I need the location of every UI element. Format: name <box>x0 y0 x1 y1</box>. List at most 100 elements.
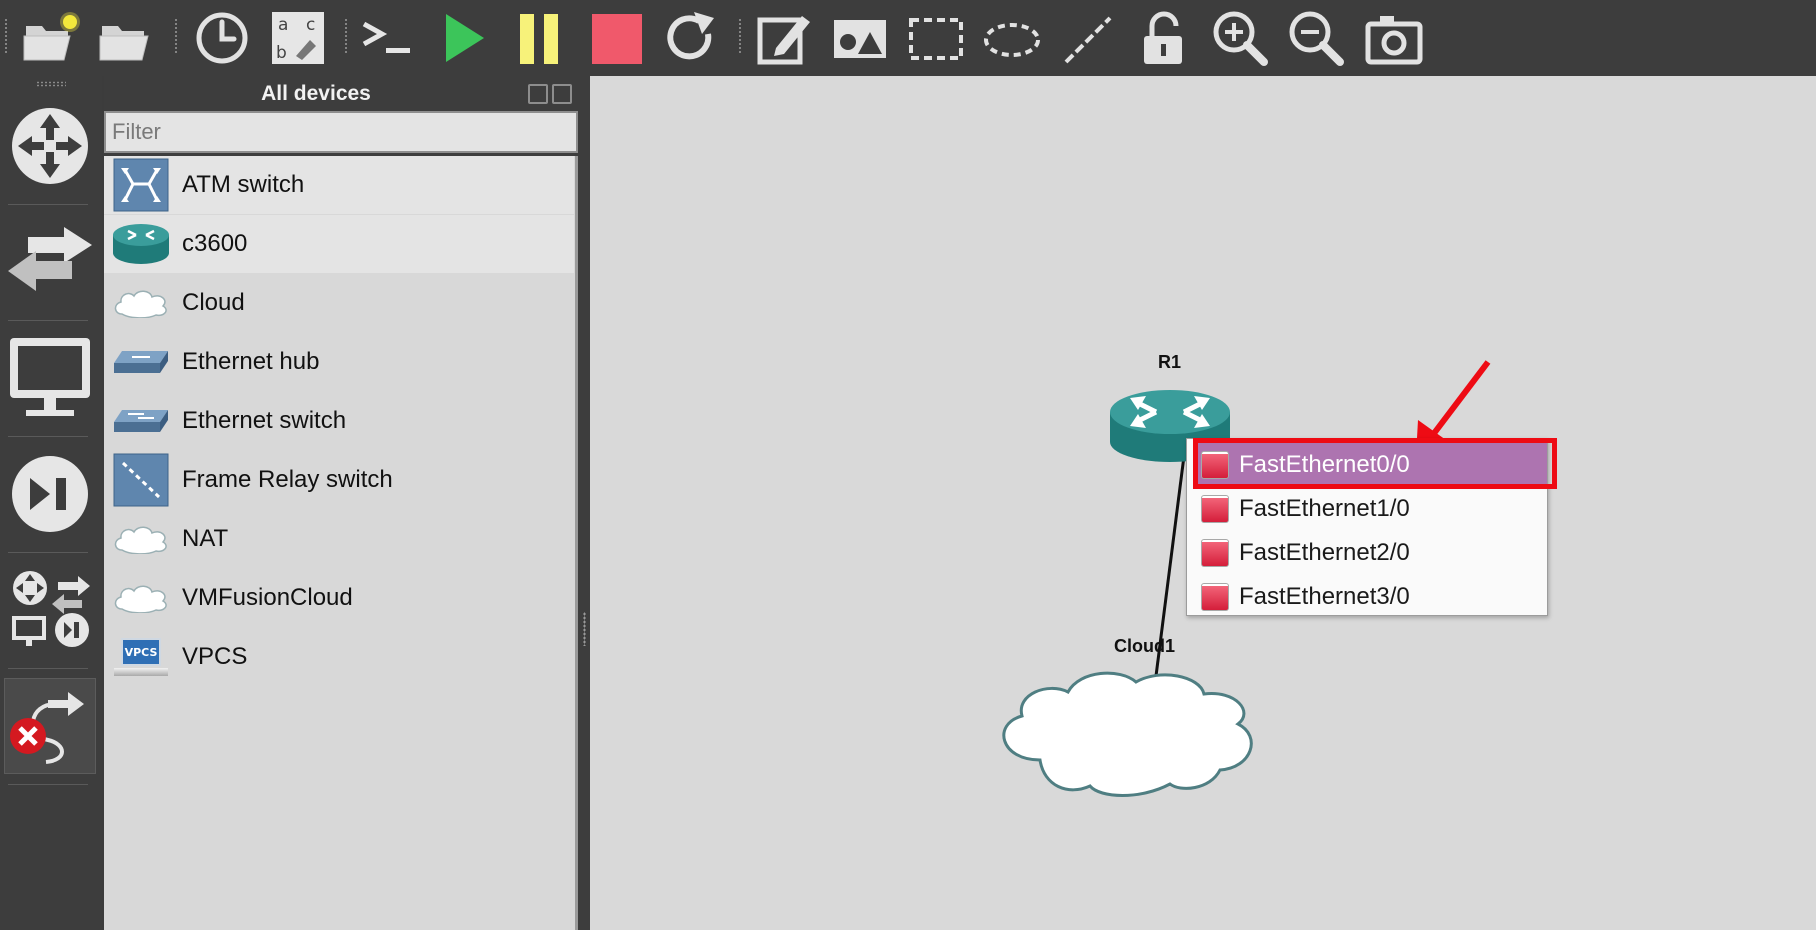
device-label: ATM switch <box>182 171 305 198</box>
browse-switches-button[interactable] <box>4 212 96 312</box>
ethernet-switch-icon <box>112 394 170 448</box>
list-item-atm-switch[interactable]: ATM switch <box>104 156 574 214</box>
reload-icon <box>667 12 714 60</box>
add-note-button[interactable] <box>752 6 816 70</box>
list-item-nat[interactable]: NAT <box>104 510 574 568</box>
folder-open-icon <box>99 26 149 61</box>
new-project-button[interactable] <box>18 6 82 70</box>
lock-items-button[interactable] <box>1132 6 1196 70</box>
atm-switch-icon <box>112 158 170 212</box>
list-item-ethernet-hub[interactable]: Ethernet hub <box>104 333 574 391</box>
console-all-button[interactable] <box>356 6 420 70</box>
device-label: VPCS <box>182 643 248 670</box>
device-label: Frame Relay switch <box>182 466 393 493</box>
splitter-grip <box>583 612 586 646</box>
dock-splitter[interactable] <box>578 76 590 930</box>
stop-icon <box>592 14 642 64</box>
toolbar-grip[interactable] <box>36 81 66 87</box>
reload-all-button[interactable] <box>660 6 724 70</box>
screenshot-button[interactable] <box>1362 6 1426 70</box>
router-icon <box>112 217 170 271</box>
snapshot-button[interactable] <box>190 6 254 70</box>
menu-item-fastethernet0-0[interactable]: FastEthernet0/0 <box>1195 443 1547 487</box>
monitor-icon <box>10 338 90 416</box>
abc-label-icon: a c b <box>272 12 324 64</box>
browse-security-devices-button[interactable] <box>4 444 96 544</box>
start-all-button[interactable] <box>432 6 496 70</box>
list-item-ethernet-switch[interactable]: Ethernet switch <box>104 392 574 450</box>
filter-input[interactable] <box>104 111 578 153</box>
open-project-button[interactable] <box>94 6 158 70</box>
device-label: Ethernet switch <box>182 407 347 434</box>
toolbar-grip[interactable] <box>174 18 179 54</box>
add-link-cancel-icon <box>10 692 84 764</box>
list-item-vpcs[interactable]: VPCS VPCS <box>104 628 574 686</box>
all-devices-icon <box>12 571 90 647</box>
frame-relay-switch-icon <box>112 453 170 507</box>
line-icon <box>1064 16 1112 64</box>
menu-item-fastethernet2-0[interactable]: FastEthernet2/0 <box>1187 531 1547 575</box>
zoom-in-icon <box>1213 11 1268 66</box>
device-label: Ethernet hub <box>182 348 320 375</box>
toolbar-grip[interactable] <box>738 18 743 54</box>
port-icon <box>1201 539 1229 567</box>
stop-all-button[interactable] <box>584 6 648 70</box>
device-type-toolbar <box>0 76 102 930</box>
dock-title: All devices <box>261 82 371 105</box>
show-interface-labels-button[interactable]: a c b <box>266 6 330 70</box>
ellipse-icon <box>984 23 1040 57</box>
menu-item-fastethernet1-0[interactable]: FastEthernet1/0 <box>1187 487 1547 531</box>
port-label: FastEthernet1/0 <box>1239 495 1410 522</box>
browse-routers-button[interactable] <box>4 96 96 196</box>
svg-text:c: c <box>306 15 315 35</box>
browse-end-devices-button[interactable] <box>4 328 96 428</box>
cloud-icon <box>112 571 170 625</box>
cloud-label: Cloud1 <box>1114 636 1175 656</box>
menu-item-fastethernet3-0[interactable]: FastEthernet3/0 <box>1187 575 1547 619</box>
list-item-frame-relay-switch[interactable]: Frame Relay switch <box>104 451 574 509</box>
port-icon <box>1201 495 1229 523</box>
play-icon <box>446 14 484 62</box>
router-arrows-icon <box>12 108 88 184</box>
camera-icon <box>1365 16 1423 65</box>
vpcs-icon: VPCS <box>112 630 170 684</box>
port-label: FastEthernet3/0 <box>1239 583 1410 610</box>
device-label: Cloud <box>182 289 245 316</box>
unlock-icon <box>1144 11 1182 64</box>
dock-close-button[interactable] <box>552 84 572 104</box>
device-label: NAT <box>182 525 229 552</box>
zoom-in-button[interactable] <box>1208 6 1272 70</box>
toolbar-grip[interactable] <box>344 18 349 54</box>
list-item-c3600[interactable]: c3600 <box>104 215 574 273</box>
dock-float-button[interactable] <box>528 84 548 104</box>
svg-text:a: a <box>278 15 288 35</box>
zoom-out-button[interactable] <box>1284 6 1348 70</box>
vpcs-badge: VPCS <box>121 638 161 666</box>
edit-note-icon <box>757 16 810 65</box>
list-item-cloud[interactable]: Cloud <box>104 274 574 332</box>
rectangle-icon <box>909 18 963 60</box>
port-icon <box>1201 583 1229 611</box>
router-label: R1 <box>1158 352 1182 372</box>
port-icon <box>1201 451 1229 479</box>
switch-arrows-icon <box>8 227 92 291</box>
ethernet-hub-icon <box>112 335 170 389</box>
port-label: FastEthernet2/0 <box>1239 539 1410 566</box>
port-label: FastEthernet0/0 <box>1239 451 1410 478</box>
draw-line-button[interactable] <box>1056 6 1120 70</box>
pause-icon <box>520 14 558 64</box>
add-link-button[interactable] <box>4 678 96 774</box>
suspend-all-button[interactable] <box>508 6 572 70</box>
folder-new-icon <box>23 12 80 61</box>
zoom-out-icon <box>1289 11 1344 66</box>
draw-rectangle-button[interactable] <box>904 6 968 70</box>
toolbar-grip[interactable] <box>4 18 9 54</box>
list-item-vmfusioncloud[interactable]: VMFusionCloud <box>104 569 574 627</box>
device-label: c3600 <box>182 230 248 257</box>
cloud-icon <box>112 276 170 330</box>
draw-ellipse-button[interactable] <box>980 6 1044 70</box>
main-toolbar: a c b <box>0 0 1816 76</box>
insert-picture-button[interactable] <box>828 6 892 70</box>
svg-text:b: b <box>276 43 287 63</box>
browse-all-devices-button[interactable] <box>4 558 96 658</box>
